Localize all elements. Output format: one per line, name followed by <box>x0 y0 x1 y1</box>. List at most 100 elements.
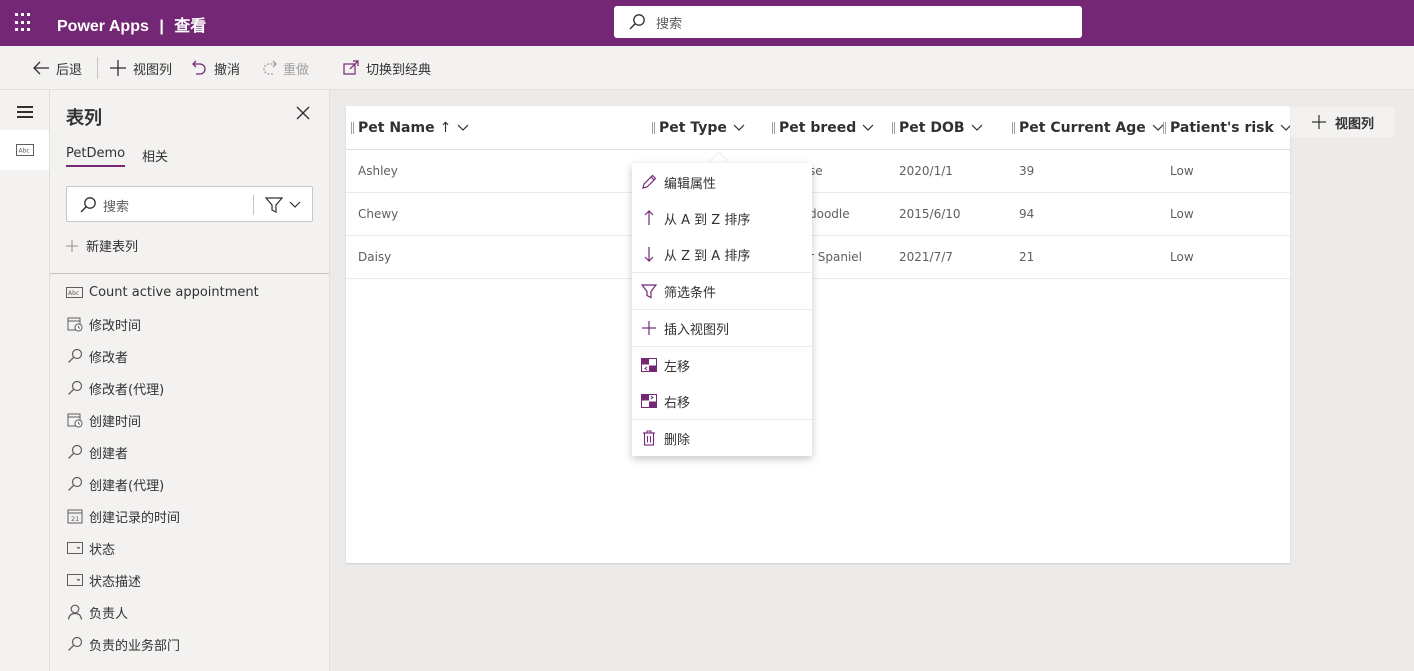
column-list-item-label: 状态 <box>89 542 116 558</box>
divider <box>50 273 329 274</box>
menu-item-sort-z-a[interactable]: 从 Z 到 A 排序 <box>632 236 812 272</box>
column-list: Abc Count active appointment 修改时间 修改者 修改… <box>50 275 329 671</box>
column-list-item[interactable]: 负责人 <box>66 596 321 628</box>
column-list-item[interactable]: 修改者(代理) <box>66 372 321 404</box>
resize-grip[interactable] <box>772 122 775 134</box>
page-name: 查看 <box>174 18 207 35</box>
menu-item-sort-a-z[interactable]: 从 A 到 Z 排序 <box>632 200 812 236</box>
svg-text:Abc: Abc <box>68 290 79 297</box>
filter-dropdown[interactable] <box>263 195 305 215</box>
global-search-input[interactable]: 搜索 <box>614 6 1082 38</box>
resize-grip[interactable] <box>1163 122 1166 134</box>
search-icon <box>629 14 645 30</box>
column-list-item[interactable]: Abc Count active appointment <box>66 276 321 308</box>
hamburger-menu-icon[interactable] <box>17 106 33 118</box>
plus-icon <box>66 239 78 252</box>
redo-button[interactable]: 重做 <box>261 46 309 90</box>
column-header-pet-name[interactable]: Pet Name ↑ <box>351 106 469 150</box>
filter-icon <box>640 282 658 300</box>
menu-item-filter[interactable]: 筛选条件 <box>632 273 812 309</box>
command-bar: 后退 视图列 撤消 重做 切换到经典 <box>0 46 1414 90</box>
column-header-label: Pet Type <box>659 120 727 136</box>
menu-item-move-right[interactable]: 右移 <box>632 383 812 419</box>
column-list-item[interactable]: 创建时间 <box>66 404 321 436</box>
column-header-patients-risk[interactable]: Patient's risk <box>1163 106 1290 150</box>
redo-icon <box>263 60 277 75</box>
column-list-item-label: 修改者 <box>89 350 129 366</box>
app-title: Power Apps | 查看 <box>57 12 206 36</box>
redo-label: 重做 <box>283 62 310 78</box>
lookup-icon <box>66 348 83 365</box>
app-launcher-icon[interactable] <box>13 11 37 35</box>
tab-related[interactable]: 相关 <box>142 146 168 165</box>
table-row[interactable]: Ashley se 2020/1/1 39 Low <box>346 150 1290 193</box>
table-row[interactable]: Chewy doodle 2015/6/10 94 Low <box>346 193 1290 236</box>
column-list-item[interactable]: 负责的业务部门 <box>66 628 321 660</box>
column-list-item[interactable]: 状态 <box>66 532 321 564</box>
menu-item-edit-properties[interactable]: 编辑属性 <box>632 164 812 200</box>
sort-ascending-icon: ↑ <box>439 120 452 136</box>
move-right-icon <box>640 392 658 410</box>
column-list-item-label: 负责的业务部门 <box>89 638 181 654</box>
column-list-item-label: 修改时间 <box>89 318 142 334</box>
filter-icon <box>265 197 283 213</box>
column-header-pet-current-age[interactable]: Pet Current Age <box>1012 106 1164 150</box>
column-list-item[interactable]: 创建者(代理) <box>66 468 321 500</box>
column-list-item-label: Count active appointment <box>89 284 259 300</box>
undo-button[interactable]: 撤消 <box>192 46 240 90</box>
menu-item-move-left[interactable]: 左移 <box>632 347 812 383</box>
close-icon[interactable] <box>296 106 312 122</box>
new-column-button[interactable]: 新建表列 <box>66 236 138 255</box>
menu-item-label: 筛选条件 <box>664 285 717 301</box>
cell-pet-dob: 2021/7/7 <box>899 250 953 264</box>
column-header-pet-breed[interactable]: Pet breed <box>772 106 874 150</box>
column-list-item[interactable]: 修改者 <box>66 340 321 372</box>
add-view-column-button[interactable]: 视图列 <box>109 46 172 90</box>
menu-item-label: 插入视图列 <box>664 322 730 338</box>
menu-item-delete[interactable]: 删除 <box>632 420 812 456</box>
column-header-pet-type[interactable]: Pet Type <box>652 106 745 150</box>
resize-grip[interactable] <box>652 122 655 134</box>
top-bar: Power Apps | 查看 搜索 <box>0 0 1414 46</box>
column-search-placeholder: 搜索 <box>103 200 130 215</box>
cell-patients-risk: Low <box>1170 207 1194 221</box>
svg-text:21: 21 <box>71 515 79 523</box>
switch-classic-button[interactable]: 切换到经典 <box>343 46 431 90</box>
add-view-column-button[interactable]: 视图列 <box>1290 106 1395 138</box>
column-header-pet-dob[interactable]: Pet DOB <box>892 106 983 150</box>
calendar-icon: 21 <box>66 508 83 525</box>
back-button[interactable]: 后退 <box>32 46 82 90</box>
chevron-down-icon <box>289 201 301 208</box>
column-header-label: Pet Current Age <box>1019 120 1146 136</box>
table-columns-pane: 表列 PetDemo 相关 搜索 新建表列 Abc Count active a… <box>50 90 330 671</box>
resize-grip[interactable] <box>892 122 895 134</box>
tab-petdemo[interactable]: PetDemo <box>66 146 126 167</box>
table-columns-nav-button[interactable]: Abc <box>0 130 49 170</box>
left-rail: Abc <box>0 90 50 671</box>
cell-pet-dob: 2015/6/10 <box>899 207 961 221</box>
column-list-item[interactable]: 创建者 <box>66 436 321 468</box>
global-search-placeholder: 搜索 <box>656 16 683 32</box>
resize-grip[interactable] <box>1012 122 1015 134</box>
menu-item-label: 删除 <box>664 432 691 448</box>
pane-title: 表列 <box>66 108 102 129</box>
column-list-item[interactable]: 状态描述 <box>66 564 321 596</box>
cell-pet-name: Ashley <box>358 164 398 178</box>
chevron-down-icon <box>1152 124 1164 131</box>
pencil-icon <box>640 173 658 191</box>
menu-item-insert-view-column[interactable]: 插入视图列 <box>632 310 812 346</box>
add-view-column-label: 视图列 <box>1334 116 1374 132</box>
column-list-item[interactable]: 21 创建记录的时间 <box>66 500 321 532</box>
table-row[interactable]: Daisy r Spaniel 2021/7/7 21 Low <box>346 236 1290 279</box>
back-label: 后退 <box>56 62 83 78</box>
column-list-item-label: 创建者 <box>89 446 129 462</box>
view-grid: Pet Name ↑ Pet Type Pet breed Pet DOB Pe… <box>346 106 1290 563</box>
column-list-item[interactable]: 修改时间 <box>66 308 321 340</box>
arrow-down-icon <box>640 245 658 263</box>
open-external-icon <box>343 60 359 75</box>
cell-pet-age: 39 <box>1019 164 1035 178</box>
chevron-down-icon <box>862 124 874 131</box>
cell-pet-breed: doodle <box>809 207 850 221</box>
column-search-input[interactable]: 搜索 <box>66 186 313 222</box>
resize-grip[interactable] <box>351 122 354 134</box>
